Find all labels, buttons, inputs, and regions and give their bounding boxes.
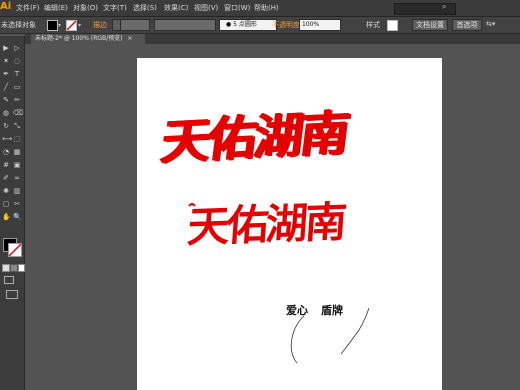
variable-width-dropdown[interactable] <box>120 19 150 31</box>
selection-tool-icon[interactable]: ▶ <box>2 44 10 52</box>
none-mode-icon[interactable] <box>18 264 25 272</box>
annotation-shield: 盾牌 <box>321 304 343 317</box>
close-icon[interactable]: × <box>127 35 132 42</box>
blob-brush-icon[interactable]: ◍ <box>2 109 10 117</box>
tab-document[interactable]: 未标题-2* @ 100% (RGB/预览) × <box>31 34 145 44</box>
annotation-lines <box>188 203 370 364</box>
free-transform-icon[interactable]: ⬚ <box>13 135 21 143</box>
menu-select[interactable]: 选择(S) <box>133 3 157 13</box>
rotate-icon[interactable]: ↻ <box>2 122 10 130</box>
artboard-icon[interactable]: ▢ <box>2 200 10 208</box>
graph-icon[interactable]: ▥ <box>13 187 21 195</box>
search-icon[interactable]: ⌕ <box>442 2 452 12</box>
brush-definition-dropdown[interactable]: ● 5 点圆形 <box>219 19 277 31</box>
chevron-down-icon[interactable]: ▾ <box>58 22 61 29</box>
symbol-sprayer-icon[interactable]: ✺ <box>2 187 10 195</box>
drawing-mode-icon[interactable] <box>4 276 14 284</box>
eraser-icon[interactable]: ⌫ <box>13 109 23 117</box>
direct-selection-tool-icon[interactable]: ▷ <box>13 44 21 52</box>
shield-pointer-line <box>340 307 370 355</box>
menu-object[interactable]: 对象(O) <box>73 3 98 13</box>
brush-profile-dropdown[interactable] <box>154 19 216 31</box>
no-stroke-icon <box>67 21 76 30</box>
ornament-mark <box>188 203 196 207</box>
menu-view[interactable]: 视图(V) <box>194 3 218 13</box>
opacity-field[interactable]: 100% <box>299 19 341 31</box>
menu-type[interactable]: 文字(T) <box>103 3 127 13</box>
menu-help[interactable]: 帮助(H) <box>254 3 279 13</box>
pen-icon[interactable]: ✒ <box>2 70 10 78</box>
pencil-icon[interactable]: ✏ <box>13 96 21 104</box>
menu-window[interactable]: 窗口(W) <box>224 3 250 13</box>
mesh-icon[interactable]: # <box>2 161 10 169</box>
brush-value: 5 点圆形 <box>233 21 257 28</box>
heart-pointer-line <box>290 315 305 364</box>
fill-swatch[interactable] <box>47 20 58 31</box>
scale-icon[interactable]: ⤡ <box>13 122 21 130</box>
style-swatch[interactable] <box>387 20 398 31</box>
magic-wand-icon[interactable]: ✶ <box>2 57 10 65</box>
gradient-mode-icon[interactable] <box>10 264 18 272</box>
hand-icon[interactable]: ✋ <box>2 213 11 221</box>
line-icon[interactable]: ╱ <box>2 83 10 91</box>
style-label: 样式 <box>366 21 380 29</box>
slice-icon[interactable]: ✂ <box>13 200 21 208</box>
paintbrush-icon[interactable]: ✎ <box>2 96 10 104</box>
rectangle-icon[interactable]: ▭ <box>13 83 21 91</box>
lasso-icon[interactable]: ◌ <box>13 57 21 65</box>
stroke-swatch[interactable] <box>66 20 77 31</box>
zoom-icon[interactable]: 🔍 <box>13 213 22 221</box>
selection-status: 未选择对象 <box>1 21 36 29</box>
preferences-button[interactable]: 首选项 <box>452 19 482 31</box>
color-mode-icon[interactable] <box>2 264 10 272</box>
tab-document-label: 未标题-2* @ 100% (RGB/预览) <box>35 35 123 42</box>
shape-builder-icon[interactable]: ◔ <box>2 148 10 156</box>
eyedropper-icon[interactable]: ✐ <box>2 174 10 182</box>
type-icon[interactable]: T <box>13 70 21 78</box>
opacity-label[interactable]: 不透明度 <box>272 20 300 30</box>
width-icon[interactable]: ⟷ <box>2 135 12 143</box>
document-setup-button[interactable]: 文档设置 <box>412 19 448 31</box>
no-stroke-icon <box>9 244 21 256</box>
blend-icon[interactable]: ∞ <box>13 174 21 182</box>
arrange-icon[interactable]: ⇆▾ <box>486 20 495 28</box>
fill-stroke-indicator[interactable] <box>3 238 22 257</box>
app-logo-icon: Ai <box>0 1 12 12</box>
perspective-icon[interactable]: ▦ <box>13 148 21 156</box>
screen-mode-icon[interactable] <box>6 290 18 299</box>
menu-edit[interactable]: 编辑(E) <box>44 3 68 13</box>
chevron-down-icon[interactable]: ▾ <box>78 22 81 29</box>
stroke-label[interactable]: 描边 <box>93 20 107 30</box>
gradient-icon[interactable]: ▣ <box>13 161 21 169</box>
menu-file[interactable]: 文件(F) <box>16 3 40 13</box>
annotation-heart: 爱心 <box>286 304 308 317</box>
stroke-indicator[interactable] <box>8 243 22 257</box>
menu-effect[interactable]: 效果(C) <box>164 3 188 13</box>
